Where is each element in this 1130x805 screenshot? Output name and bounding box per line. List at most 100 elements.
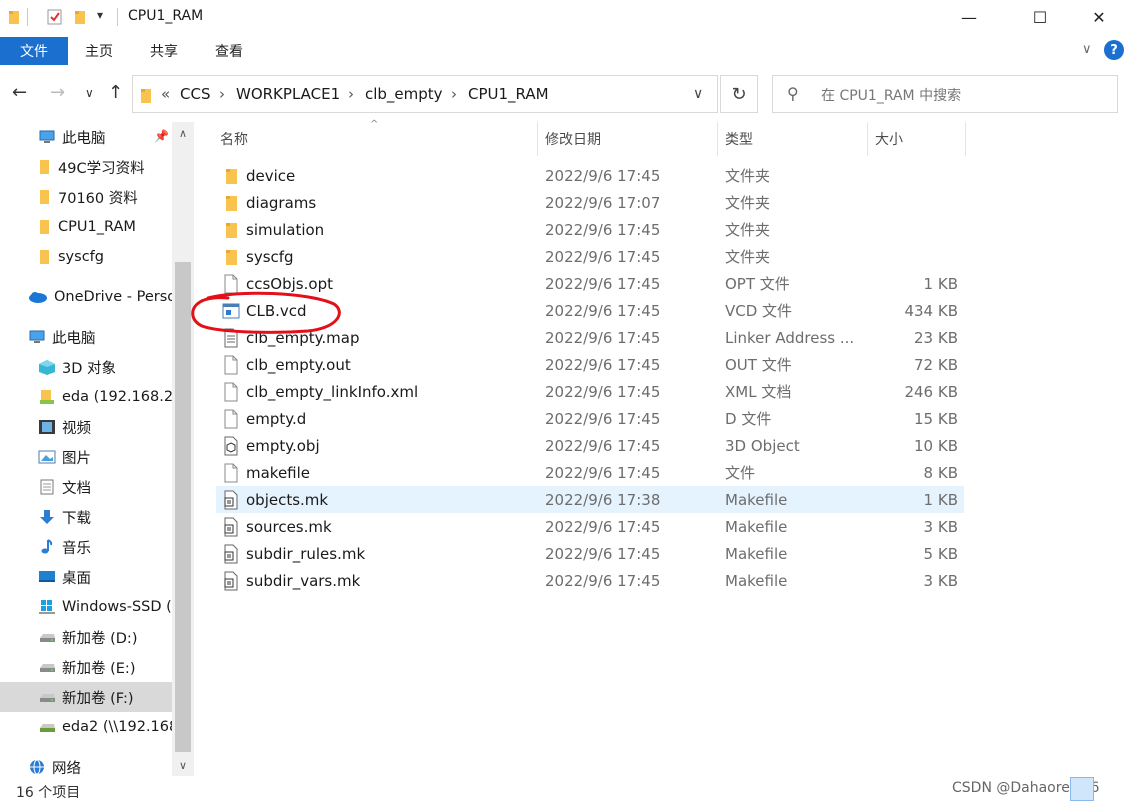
large-icons-view-button[interactable] bbox=[1098, 777, 1122, 801]
file-row[interactable]: device 2022/9/6 17:45 文件夹 bbox=[216, 162, 964, 189]
expand-ribbon-icon[interactable]: ∨ bbox=[1082, 42, 1092, 57]
sidebar-item-label: eda2 (\\192.168 bbox=[62, 719, 172, 735]
column-headers: ^ 名称 修改日期 类型 大小 bbox=[194, 119, 1130, 156]
refresh-button[interactable]: ↻ bbox=[720, 75, 758, 113]
breadcrumb-workplace1[interactable]: WORKPLACE1 bbox=[236, 85, 340, 103]
sidebar-item-label: 此电脑 bbox=[62, 130, 106, 147]
search-input[interactable]: 在 CPU1_RAM 中搜索 bbox=[821, 85, 961, 105]
file-type: 文件夹 bbox=[725, 194, 771, 212]
file-row[interactable]: clb_empty_linkInfo.xml 2022/9/6 17:45 XML … bbox=[216, 378, 964, 405]
breadcrumb-cpu1-ram[interactable]: CPU1_RAM bbox=[468, 85, 549, 103]
new-folder-icon[interactable] bbox=[74, 9, 88, 25]
column-divider[interactable] bbox=[537, 122, 538, 156]
file-row[interactable]: objects.mk 2022/9/6 17:38 Makefile 1 KB bbox=[216, 486, 964, 513]
sidebar-item-label: 3D 对象 bbox=[62, 360, 116, 377]
sidebar-item-drive-f[interactable]: 新加卷 (F:) bbox=[0, 682, 172, 712]
sidebar-item-quick-pc[interactable]: 此电脑 📌 bbox=[0, 122, 172, 152]
sidebar-item-videos[interactable]: 视频 bbox=[0, 412, 172, 442]
sidebar-item-eda[interactable]: eda (192.168.2. bbox=[0, 382, 172, 412]
close-button[interactable]: ✕ bbox=[1076, 0, 1122, 34]
file-row[interactable]: empty.d 2022/9/6 17:45 D 文件 15 KB bbox=[216, 405, 964, 432]
breadcrumb-separator[interactable]: › bbox=[451, 85, 457, 103]
column-size[interactable]: 大小 bbox=[875, 122, 903, 156]
scroll-up-button[interactable]: ∧ bbox=[172, 124, 194, 142]
download-icon bbox=[40, 510, 54, 524]
breadcrumb-overflow[interactable]: « bbox=[161, 85, 170, 103]
file-icon bbox=[222, 382, 240, 402]
sidebar-item-downloads[interactable]: 下载 bbox=[0, 502, 172, 532]
file-row[interactable]: sources.mk 2022/9/6 17:45 Makefile 3 KB bbox=[216, 513, 964, 540]
file-row[interactable]: simulation 2022/9/6 17:45 文件夹 bbox=[216, 216, 964, 243]
sidebar-item-desktop[interactable]: 桌面 bbox=[0, 562, 172, 592]
tab-share[interactable]: 共享 bbox=[150, 37, 178, 65]
back-button[interactable]: ← bbox=[12, 82, 27, 103]
sidebar-item-pictures[interactable]: 图片 bbox=[0, 442, 172, 472]
file-type: 文件 bbox=[725, 464, 756, 482]
pictures-icon bbox=[38, 450, 56, 464]
sidebar-item-label: 文档 bbox=[62, 480, 91, 497]
file-size: 434 KB bbox=[904, 301, 958, 320]
file-row[interactable]: clb_empty.out 2022/9/6 17:45 OUT 文件 72 KB bbox=[216, 351, 964, 378]
help-button[interactable]: ? bbox=[1104, 40, 1124, 60]
sidebar-item-network[interactable]: 网络 bbox=[0, 752, 172, 776]
file-row[interactable]: subdir_rules.mk 2022/9/6 17:45 Makefile 5 K… bbox=[216, 540, 964, 567]
column-divider[interactable] bbox=[717, 122, 718, 156]
sidebar-item-windows-ssd[interactable]: Windows-SSD ( bbox=[0, 592, 172, 622]
sidebar-item-this-pc[interactable]: 此电脑 bbox=[0, 322, 172, 352]
column-type[interactable]: 类型 bbox=[725, 122, 753, 156]
cloud-icon bbox=[29, 292, 47, 303]
drive-icon bbox=[40, 694, 55, 702]
sidebar-item-cpu1-ram[interactable]: CPU1_RAM bbox=[0, 212, 172, 242]
properties-icon[interactable] bbox=[46, 8, 64, 26]
file-name: diagrams bbox=[246, 193, 317, 212]
sidebar-item-49c[interactable]: 49C学习资料 bbox=[0, 152, 172, 182]
file-size: 15 KB bbox=[914, 409, 958, 428]
address-bar[interactable]: « CCS › WORKPLACE1 › clb_empty › CPU1_RA… bbox=[132, 75, 718, 113]
sidebar-item-70160[interactable]: 70160 资料 bbox=[0, 182, 172, 212]
network-drive-icon bbox=[40, 390, 54, 404]
sidebar-item-syscfg[interactable]: syscfg bbox=[0, 242, 172, 272]
recent-locations-button[interactable]: ∨ bbox=[85, 86, 94, 100]
file-row[interactable]: makefile 2022/9/6 17:45 文件 8 KB bbox=[216, 459, 964, 486]
column-date[interactable]: 修改日期 bbox=[545, 122, 601, 156]
file-size: 10 KB bbox=[914, 436, 958, 455]
scroll-down-button[interactable]: ∨ bbox=[172, 756, 194, 774]
tab-view[interactable]: 查看 bbox=[215, 37, 243, 65]
file-row[interactable]: syscfg 2022/9/6 17:45 文件夹 bbox=[216, 243, 964, 270]
column-divider[interactable] bbox=[867, 122, 868, 156]
up-button[interactable]: ↑ bbox=[108, 82, 123, 103]
sidebar-item-label: 新加卷 (E:) bbox=[62, 660, 136, 677]
address-history-dropdown[interactable]: ∨ bbox=[693, 86, 703, 102]
sidebar-item-3d-objects[interactable]: 3D 对象 bbox=[0, 352, 172, 382]
sidebar-item-eda2[interactable]: eda2 (\\192.168 bbox=[0, 712, 172, 742]
sidebar-item-onedrive[interactable]: OneDrive - Perso bbox=[0, 282, 172, 312]
file-row[interactable]: diagrams 2022/9/6 17:07 文件夹 bbox=[216, 189, 964, 216]
breadcrumb-ccs[interactable]: CCS bbox=[180, 85, 210, 103]
forward-button[interactable]: → bbox=[50, 82, 65, 103]
breadcrumb-separator[interactable]: › bbox=[219, 85, 225, 103]
sidebar-item-label: Windows-SSD ( bbox=[62, 599, 172, 615]
tab-home[interactable]: 主页 bbox=[85, 37, 113, 65]
tab-file[interactable]: 文件 bbox=[0, 37, 68, 65]
file-size: 1 KB bbox=[923, 274, 958, 293]
sidebar-item-drive-d[interactable]: 新加卷 (D:) bbox=[0, 622, 172, 652]
sidebar-item-music[interactable]: 音乐 bbox=[0, 532, 172, 562]
maximize-button[interactable]: ☐ bbox=[1017, 0, 1063, 34]
column-name[interactable]: 名称 bbox=[220, 122, 248, 156]
sidebar-item-documents[interactable]: 文档 bbox=[0, 472, 172, 502]
quick-access-dropdown[interactable]: ▾ bbox=[97, 8, 103, 22]
search-box[interactable]: ⚲ 在 CPU1_RAM 中搜索 bbox=[772, 75, 1118, 113]
column-divider[interactable] bbox=[965, 122, 966, 156]
sidebar-item-drive-e[interactable]: 新加卷 (E:) bbox=[0, 652, 172, 682]
file-type: Makefile bbox=[725, 571, 788, 590]
breadcrumb-separator[interactable]: › bbox=[348, 85, 354, 103]
drive-icon bbox=[40, 634, 55, 642]
sidebar-scrollbar[interactable]: ∧ ∨ bbox=[172, 122, 194, 776]
details-view-button[interactable] bbox=[1070, 777, 1094, 801]
file-row[interactable]: empty.obj 2022/9/6 17:45 3D Object 10 KB bbox=[216, 432, 964, 459]
file-size: 246 KB bbox=[904, 382, 958, 401]
breadcrumb-clb-empty[interactable]: clb_empty bbox=[365, 85, 443, 103]
file-name: simulation bbox=[246, 220, 325, 239]
file-row[interactable]: subdir_vars.mk 2022/9/6 17:45 Makefile 3 KB bbox=[216, 567, 964, 594]
minimize-button[interactable]: — bbox=[946, 0, 992, 34]
